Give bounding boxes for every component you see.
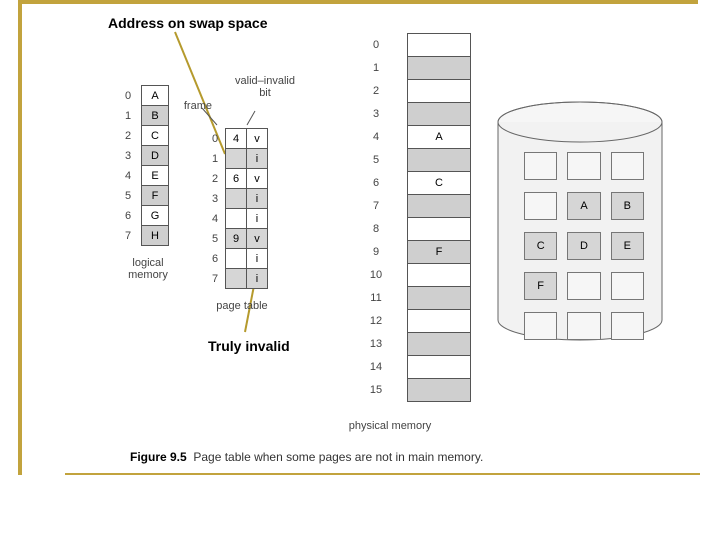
page-table-label: page table <box>212 300 272 312</box>
disk-grid: ABCDEF <box>514 140 654 352</box>
logical-memory-label: logical memory <box>123 257 173 281</box>
valid-invalid-bit-label: valid–invalid bit <box>233 75 297 99</box>
logical-memory-table: 0A1B2C3D4E5F6G7H <box>115 85 169 246</box>
frame-col-label: frame <box>178 100 212 112</box>
physical-memory-table: 01234A56C789F101112131415 <box>345 33 471 402</box>
slide: Address on swap space Truly invalid 0A1B… <box>0 0 720 540</box>
figure-number: Figure 9.5 <box>130 450 187 464</box>
page-table: 04v1i26v3i4i59v6i7i <box>205 128 268 289</box>
figure-caption-text: Page table when some pages are not in ma… <box>193 450 483 464</box>
physical-memory-label: physical memory <box>345 420 435 432</box>
swap-disk: ABCDEF <box>490 100 670 330</box>
figure-caption: Figure 9.5 Page table when some pages ar… <box>130 450 483 464</box>
